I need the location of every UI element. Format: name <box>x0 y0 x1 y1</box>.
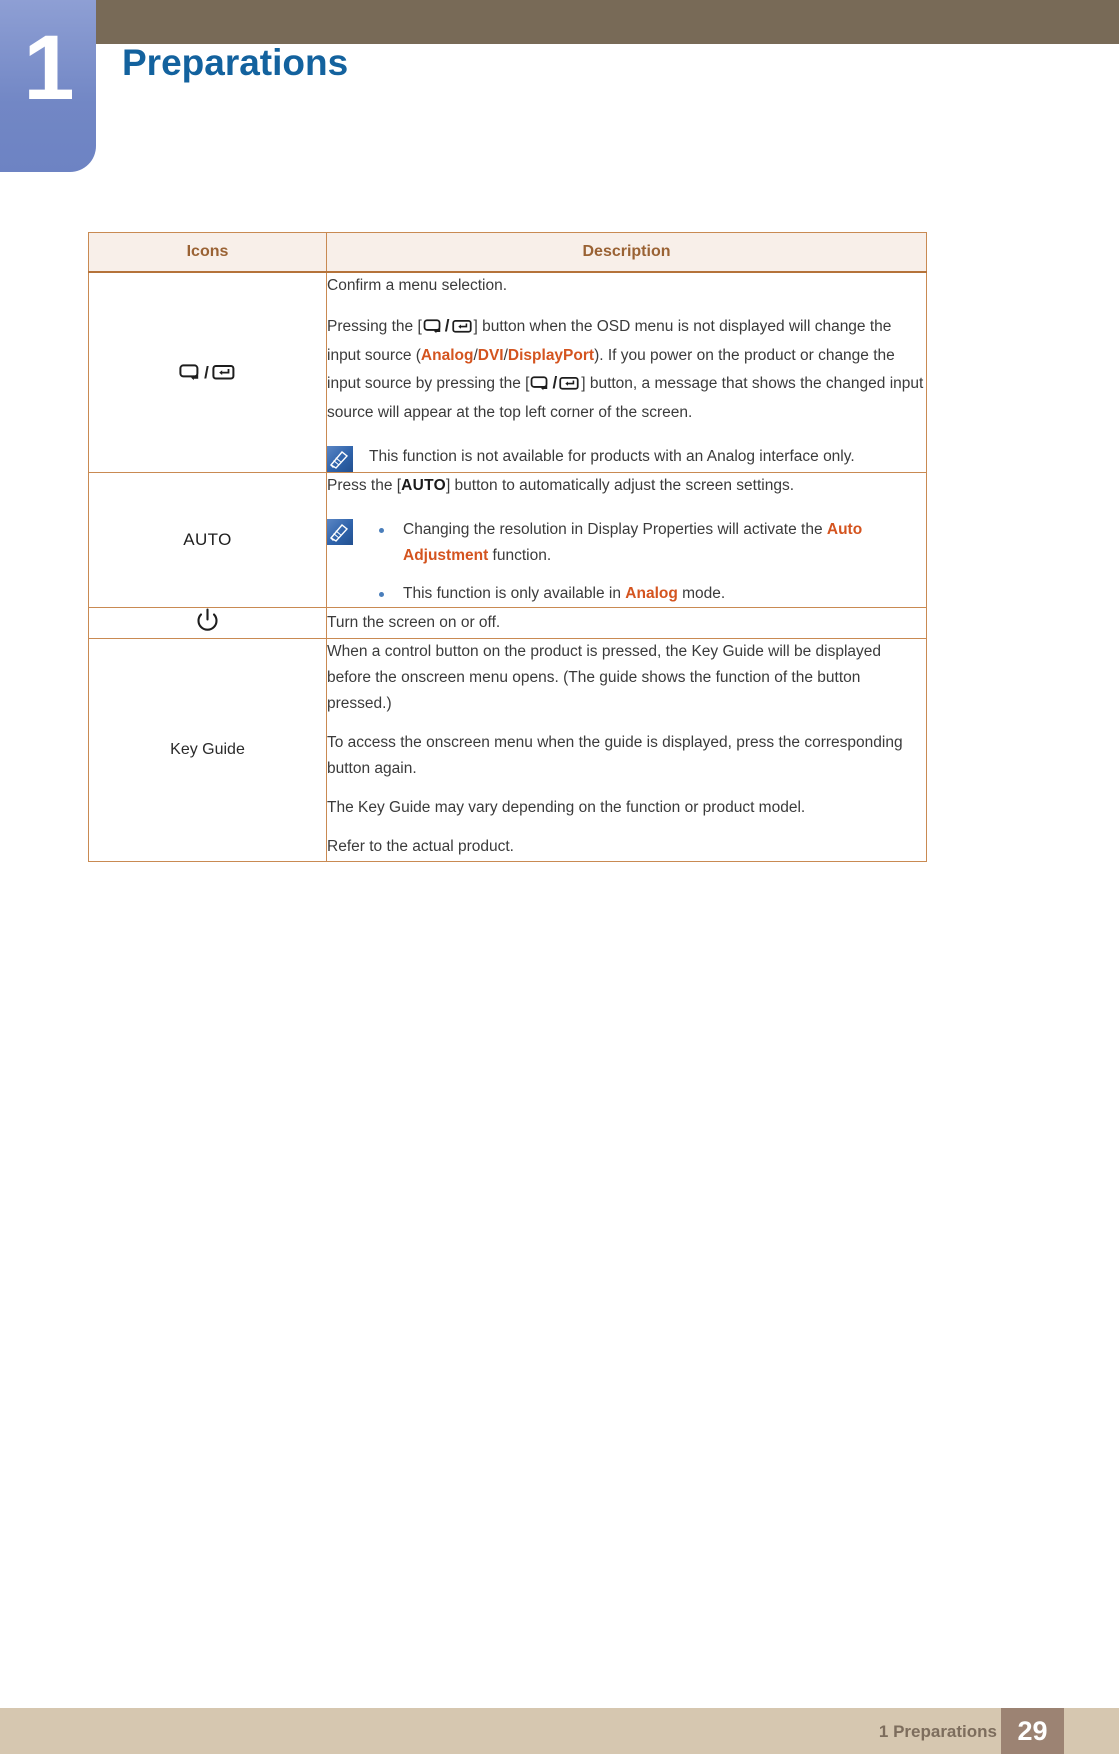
enter-key-icon-inline-1 <box>451 317 473 343</box>
source-enter-icon: / <box>89 361 326 385</box>
highlight-analog: Analog <box>625 585 678 603</box>
source-change-text: Pressing the [/] button when the OSD men… <box>327 316 924 422</box>
note-block: This function is not available for produ… <box>327 444 926 473</box>
power-description-text: Turn the screen on or off. <box>327 614 501 632</box>
source-enter-icon-inline-2 <box>530 374 550 400</box>
icon-cell-source-enter: / <box>88 271 327 474</box>
chapter-number: 1 <box>23 17 74 119</box>
footer-chapter-label: 1 Preparations <box>878 1722 997 1741</box>
table-row: AUTO Press the [AUTO] button to automati… <box>88 472 927 609</box>
note-text: This function is not available for produ… <box>369 448 855 466</box>
enter-key-icon-inline-2 <box>559 374 580 400</box>
highlight-dvi: DVI <box>477 347 504 365</box>
table-header-row: Icons Description <box>88 232 927 273</box>
confirm-selection-text: Confirm a menu selection. <box>327 277 508 294</box>
icon-cell-key-guide: Key Guide <box>88 638 327 862</box>
header-band <box>0 0 1119 44</box>
source-text-part-1: Pressing the [ <box>327 318 422 336</box>
key-guide-paragraph-1: When a control button on the product is … <box>327 643 882 713</box>
table-row: Key Guide When a control button on the p… <box>88 638 927 862</box>
key-guide-paragraph-3: The Key Guide may vary depending on the … <box>327 799 806 817</box>
description-cell-key-guide: When a control button on the product is … <box>326 638 927 862</box>
note-block: Changing the resolution in Display Prope… <box>327 517 926 607</box>
table-row: / Confirm a menu selection. Pressing the… <box>88 271 927 474</box>
description-cell-auto: Press the [AUTO] button to automatically… <box>326 472 927 609</box>
enter-key-icon <box>212 365 235 380</box>
highlight-analog: Analog <box>420 347 474 365</box>
key-guide-paragraph-2: To access the onscreen menu when the gui… <box>327 734 903 778</box>
note-bullet-list: Changing the resolution in Display Prope… <box>369 517 926 607</box>
power-icon <box>196 608 219 637</box>
list-item: Changing the resolution in Display Prope… <box>369 517 926 569</box>
footer-page-number: 29 <box>1001 1708 1064 1754</box>
icon-cell-auto: AUTO <box>88 472 327 609</box>
column-header-icons: Icons <box>88 232 327 273</box>
icon-cell-power <box>88 607 327 640</box>
table-row: Turn the screen on or off. <box>88 607 927 640</box>
bullet-0-post: function. <box>488 547 552 565</box>
slash-separator: / <box>444 316 450 336</box>
key-guide-label: Key Guide <box>170 740 245 758</box>
description-cell-source-enter: Confirm a menu selection. Pressing the [… <box>326 271 927 474</box>
slash-separator: / <box>204 362 209 382</box>
slash-separator: / <box>552 373 558 393</box>
button-reference-table: Icons Description / Confirm a menu selec… <box>88 232 927 862</box>
chapter-tab: 1 <box>0 0 96 172</box>
source-enter-icon-inline-1 <box>423 317 443 343</box>
bullet-1-pre: This function is only available in <box>403 585 626 603</box>
auto-lead-text: Press the [AUTO] button to automatically… <box>327 473 926 499</box>
description-cell-power: Turn the screen on or off. <box>326 607 927 640</box>
auto-button-icon: AUTO <box>183 530 232 550</box>
list-item: This function is only available in Analo… <box>369 581 926 607</box>
key-guide-paragraph-4: Refer to the actual product. <box>327 838 514 856</box>
note-list-wrapper: Changing the resolution in Display Prope… <box>369 517 926 607</box>
note-icon <box>327 519 353 546</box>
source-loop-icon <box>179 364 199 381</box>
note-icon <box>327 446 353 473</box>
column-header-description: Description <box>326 232 927 273</box>
bullet-1-post: mode. <box>677 585 726 603</box>
auto-lead-suffix: ] button to automatically adjust the scr… <box>445 477 795 495</box>
highlight-displayport: DisplayPort <box>507 347 595 365</box>
auto-key-label: AUTO <box>401 477 446 495</box>
auto-lead-prefix: Press the [ <box>327 477 402 495</box>
bullet-0-pre: Changing the resolution in Display Prope… <box>403 521 827 539</box>
page-title: Preparations <box>122 42 349 83</box>
